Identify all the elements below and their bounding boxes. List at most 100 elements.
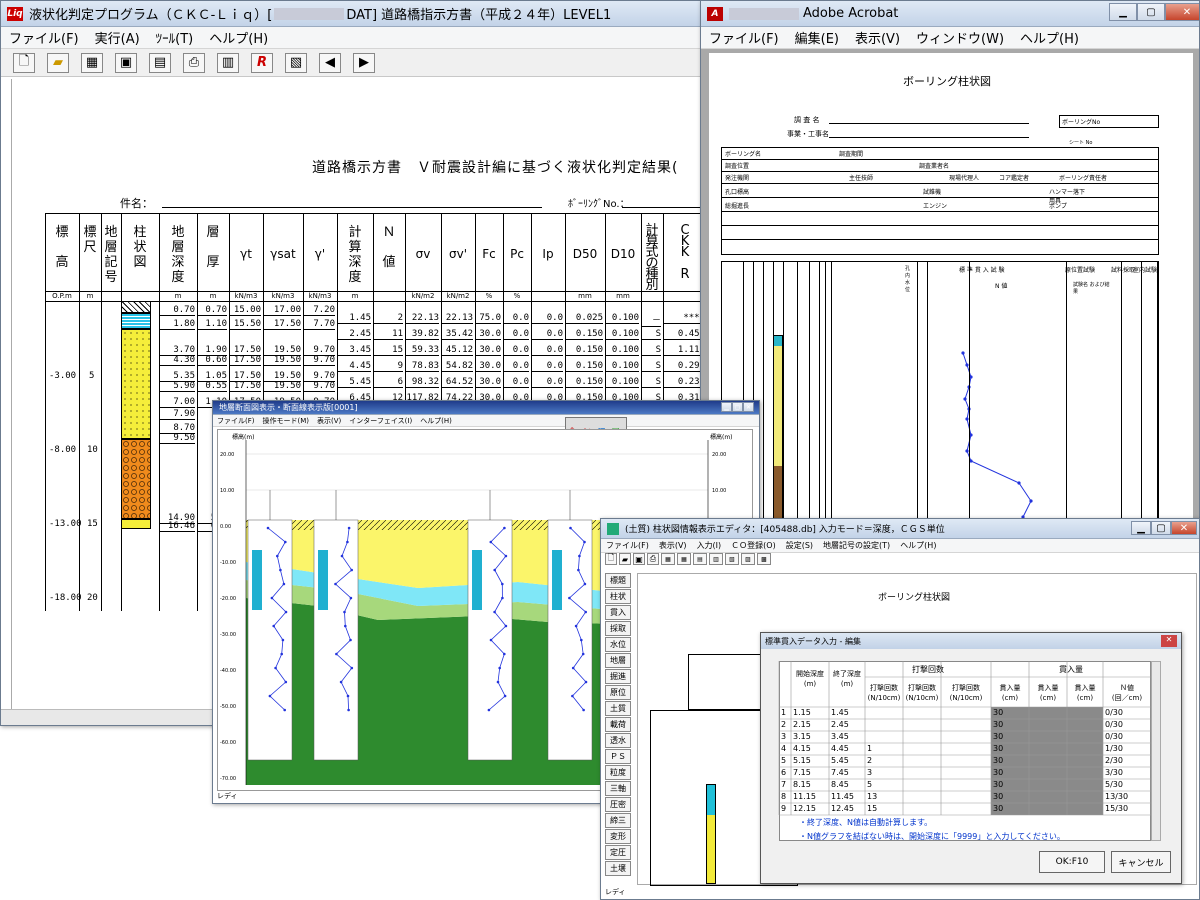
acrobat-menu-edit[interactable]: 編集(E): [787, 28, 847, 47]
side-button-3[interactable]: 貫入: [605, 605, 631, 620]
arrow-right-icon[interactable]: ▶: [353, 52, 375, 73]
table-header-3: 地 層 記 号: [104, 225, 118, 285]
pdf-label-dairi: 現場代理人: [949, 175, 980, 182]
save-icon[interactable]: ▣: [115, 52, 137, 73]
editor-menu-view[interactable]: 表示(V): [654, 540, 692, 551]
new-file-icon[interactable]: 🗋: [13, 52, 35, 73]
menu-file[interactable]: ファイル(F): [1, 28, 87, 47]
acrobat-titlebar[interactable]: A Adobe Acrobat ▁ ▢ ✕: [701, 1, 1199, 27]
r-icon[interactable]: R: [251, 52, 273, 73]
editor-t2-icon[interactable]: ▦: [677, 553, 691, 565]
editor-open-icon[interactable]: ▰: [619, 553, 631, 565]
side-button-5[interactable]: 水位: [605, 637, 631, 652]
editor-menu-settings[interactable]: 設定(S): [781, 540, 818, 551]
grid-icon[interactable]: ▦: [81, 52, 103, 73]
section-ytick-label: -50.00: [220, 704, 236, 710]
right-cell: 0.100: [605, 377, 639, 388]
section-minimize-icon[interactable]: ▁: [721, 402, 732, 412]
editor-t6-icon[interactable]: ▨: [741, 553, 755, 565]
save-as-icon[interactable]: ▤: [149, 52, 171, 73]
section-menu-file[interactable]: ファイル(F): [213, 416, 259, 426]
borehole-n-point: [347, 526, 351, 530]
side-button-19[interactable]: 土壌: [605, 861, 631, 876]
editor-maximize-icon[interactable]: ▢: [1151, 521, 1171, 535]
side-button-18[interactable]: 定圧: [605, 845, 631, 860]
borehole-n-point: [279, 568, 282, 572]
document-icon[interactable]: ▧: [285, 52, 307, 73]
editor-menu-file[interactable]: ファイル(F): [601, 540, 654, 551]
spt-scrollbar[interactable]: [1151, 661, 1161, 841]
editor-new-icon[interactable]: 🗋: [605, 553, 617, 565]
borehole-n-point: [568, 596, 571, 600]
section-maximize-icon[interactable]: ▢: [732, 402, 743, 412]
open-folder-icon[interactable]: ▰: [47, 52, 69, 73]
section-ytick-label: -70.00: [220, 776, 236, 782]
right-cell: －: [641, 313, 661, 327]
side-button-10[interactable]: 載荷: [605, 717, 631, 732]
editor-close-icon[interactable]: ✕: [1171, 521, 1197, 535]
side-button-9[interactable]: 土質: [605, 701, 631, 716]
editor-t7-icon[interactable]: ▩: [757, 553, 771, 565]
cancel-button[interactable]: キャンセル: [1111, 851, 1171, 873]
close-icon[interactable]: ✕: [1165, 3, 1199, 21]
side-button-2[interactable]: 柱状: [605, 589, 631, 604]
borehole-n-point: [284, 540, 287, 544]
maximize-icon[interactable]: ▢: [1137, 3, 1165, 21]
main-titlebar[interactable]: Liq 液状化判定プログラム（ＣＫＣ-Ｌｉｑ）[ DAT] 道路橋指示方書（平成…: [1, 1, 705, 27]
spt-cell: 30: [993, 732, 1004, 741]
acrobat-menu-help[interactable]: ヘルプ(H): [1012, 28, 1087, 47]
section-menu-interface[interactable]: インターフェイス(I): [345, 416, 416, 426]
side-button-12[interactable]: ＰＳ: [605, 749, 631, 764]
ok-button[interactable]: OK:F10: [1039, 851, 1105, 873]
editor-t4-icon[interactable]: ▥: [709, 553, 723, 565]
side-button-17[interactable]: 変形: [605, 829, 631, 844]
editor-t1-icon[interactable]: ▦: [661, 553, 675, 565]
editor-controls: ▁ ▢ ✕: [1131, 521, 1197, 535]
editor-save-icon[interactable]: ▣: [633, 553, 645, 565]
pdf-label-hatchu: 発注機関: [725, 175, 750, 182]
side-button-4[interactable]: 採取: [605, 621, 631, 636]
editor-menu-input[interactable]: 入力(I): [692, 540, 727, 551]
menu-tools[interactable]: ﾂｰﾙ(T): [148, 28, 202, 47]
menu-help[interactable]: ヘルプ(H): [201, 28, 276, 47]
section-menu-mode[interactable]: 操作モード(M): [259, 416, 314, 426]
editor-menu-help[interactable]: ヘルプ(H): [895, 540, 941, 551]
editor-titlebar[interactable]: (土質) 柱状図情報表示エディタ：[405488.db] 入力モード＝深度，ＣＧ…: [601, 519, 1199, 539]
side-button-7[interactable]: 掘進: [605, 669, 631, 684]
acrobat-menu-window[interactable]: ウィンドウ(W): [908, 28, 1012, 47]
print-icon[interactable]: ⎙: [183, 52, 205, 73]
editor-minimize-icon[interactable]: ▁: [1131, 521, 1151, 535]
side-button-1[interactable]: 標題: [605, 573, 631, 588]
editor-menu-symbol[interactable]: 地層記号の設定(T): [818, 540, 895, 551]
editor-t5-icon[interactable]: ▧: [725, 553, 739, 565]
editor-t3-icon[interactable]: ▤: [693, 553, 707, 565]
section-close-icon[interactable]: ✕: [743, 402, 754, 412]
minimize-icon[interactable]: ▁: [1109, 3, 1137, 21]
editor-menu-co[interactable]: ＣＯ登録(O): [726, 540, 781, 551]
right-cell: 0.0: [531, 313, 563, 324]
section-titlebar[interactable]: 地層断面図表示・断面線表示版[0001] ▁ ▢ ✕: [213, 401, 759, 415]
pdf-log-table: [721, 261, 1159, 559]
spt-col-header-6: 貫入量 (cm): [999, 684, 1021, 702]
side-button-11[interactable]: 透水: [605, 733, 631, 748]
side-button-13[interactable]: 粒度: [605, 765, 631, 780]
section-menu-view[interactable]: 表示(V): [313, 416, 345, 426]
acrobat-menu-view[interactable]: 表示(V): [847, 28, 908, 47]
table-icon[interactable]: ▥: [217, 52, 239, 73]
side-button-15[interactable]: 圧密: [605, 797, 631, 812]
right-cell: 0.232: [663, 377, 705, 388]
right-cell: 0.290: [663, 361, 705, 372]
side-button-8[interactable]: 原位: [605, 685, 631, 700]
acrobat-menu-file[interactable]: ファイル(F): [701, 28, 787, 47]
side-button-14[interactable]: 三軸: [605, 781, 631, 796]
side-button-16[interactable]: 締三: [605, 813, 631, 828]
editor-print-icon[interactable]: ⎙: [647, 553, 659, 565]
editor-soil-yellow: [707, 815, 715, 883]
borehole-n-point: [577, 568, 580, 572]
arrow-left-icon[interactable]: ◀: [319, 52, 341, 73]
menu-run[interactable]: 実行(A): [87, 28, 148, 47]
side-button-6[interactable]: 地層: [605, 653, 631, 668]
spt-cell: 0/30: [1105, 732, 1123, 741]
left-cell: 7.20: [303, 305, 335, 316]
section-menu-help[interactable]: ヘルプ(H): [416, 416, 456, 426]
